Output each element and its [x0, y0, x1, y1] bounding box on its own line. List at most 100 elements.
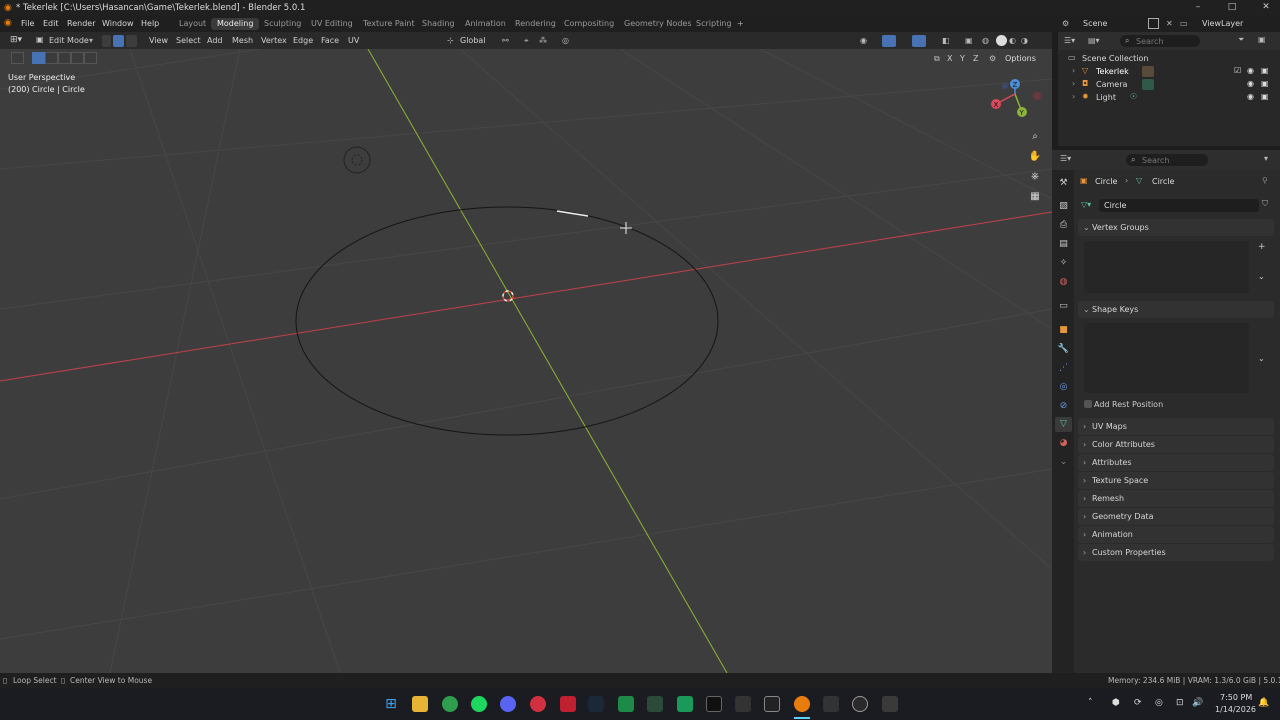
- mirror-y-toggle[interactable]: Y: [960, 54, 965, 63]
- view-layer-selector[interactable]: ViewLayer: [1202, 19, 1243, 28]
- auto-merge-icon[interactable]: ⚙: [989, 54, 996, 63]
- outliner-editor-icon[interactable]: ☰▾: [1064, 36, 1075, 45]
- tab-scripting[interactable]: Scripting: [690, 18, 738, 30]
- camera-render-icon[interactable]: ▣: [1261, 66, 1269, 75]
- blender-menu-icon[interactable]: ◉: [4, 18, 12, 28]
- editor-type-icon[interactable]: ⊞▾: [10, 35, 22, 45]
- expand-arrow-icon[interactable]: ›: [1072, 79, 1075, 88]
- overlay-toggle-button[interactable]: [912, 35, 926, 47]
- unity-icon[interactable]: [735, 696, 751, 712]
- menu-face[interactable]: Face: [321, 36, 339, 45]
- snap-target-icon[interactable]: ⁂: [539, 36, 547, 45]
- render-tab-icon[interactable]: ▨: [1057, 200, 1070, 213]
- panel-texture-space[interactable]: › Texture Space: [1078, 472, 1274, 489]
- more-tabs-icon[interactable]: ⌄: [1057, 456, 1070, 469]
- camera-render-icon[interactable]: ▣: [1261, 92, 1269, 101]
- viewport-canvas[interactable]: [0, 49, 1052, 673]
- menu-render[interactable]: Render: [67, 19, 95, 28]
- panel-shape-keys[interactable]: ⌄ Shape Keys: [1078, 301, 1274, 318]
- delete-scene-icon[interactable]: ✕: [1166, 19, 1173, 28]
- terminal-icon[interactable]: [764, 696, 780, 712]
- material-shading-icon[interactable]: ◐: [1009, 36, 1016, 45]
- shape-keys-list[interactable]: [1084, 323, 1249, 393]
- tab-sculpting[interactable]: Sculpting: [258, 18, 307, 30]
- chrome-icon[interactable]: [442, 696, 458, 712]
- edge-select-button[interactable]: [113, 35, 124, 47]
- network-icon[interactable]: ⊡: [1176, 698, 1184, 708]
- close-button[interactable]: ✕: [1256, 2, 1276, 14]
- xray-icon[interactable]: ▣: [965, 36, 973, 45]
- app-tank-icon[interactable]: [647, 696, 663, 712]
- select-subtract-button[interactable]: [58, 52, 71, 64]
- tab-uv-editing[interactable]: UV Editing: [305, 18, 359, 30]
- panel-animation[interactable]: › Animation: [1078, 526, 1274, 543]
- options-dropdown[interactable]: Options: [1005, 54, 1036, 63]
- selected-edge[interactable]: [556, 210, 589, 217]
- select-tool-button[interactable]: [11, 52, 24, 64]
- camera-data-icon[interactable]: [1142, 79, 1154, 90]
- panel-vertex-groups[interactable]: ⌄ Vertex Groups: [1078, 219, 1274, 236]
- display-mode-icon[interactable]: ▤▾: [1088, 36, 1100, 45]
- minimize-button[interactable]: –: [1188, 2, 1208, 14]
- mode-selector[interactable]: Edit Mode: [49, 36, 89, 45]
- menu-vertex[interactable]: Vertex: [261, 36, 287, 45]
- mesh-data-tab-icon[interactable]: ▽: [1057, 418, 1070, 431]
- panel-attributes[interactable]: › Attributes: [1078, 454, 1274, 471]
- select-extend-button[interactable]: [45, 52, 58, 64]
- new-scene-icon[interactable]: [1148, 18, 1159, 29]
- steam-icon[interactable]: [588, 696, 604, 712]
- navigation-gizmo[interactable]: Z Y X: [985, 74, 1045, 124]
- app-brush-icon[interactable]: [560, 696, 576, 712]
- tray-app-icon[interactable]: ⬢: [1112, 698, 1120, 708]
- gizmo-toggle-button[interactable]: [882, 35, 896, 47]
- app-circle-icon[interactable]: [852, 696, 868, 712]
- chevron-down-icon[interactable]: ⌄: [1258, 272, 1265, 281]
- add-vertex-group-button[interactable]: +: [1258, 242, 1266, 252]
- modifier-tab-icon[interactable]: 🔧: [1057, 343, 1070, 356]
- chevron-down-icon[interactable]: ⌄: [1258, 354, 1265, 363]
- menu-uv[interactable]: UV: [348, 36, 359, 45]
- view-layer-tab-icon[interactable]: ▤: [1057, 238, 1070, 251]
- chevron-down-icon[interactable]: ▾: [1264, 154, 1268, 163]
- collection-tab-icon[interactable]: ▭: [1057, 300, 1070, 313]
- menu-mesh[interactable]: Mesh: [232, 36, 253, 45]
- mesh-datablock-icon[interactable]: ▽▾: [1081, 200, 1091, 209]
- world-tab-icon[interactable]: ◍: [1057, 276, 1070, 289]
- maximize-button[interactable]: □: [1222, 2, 1242, 14]
- light-gizmo[interactable]: [343, 146, 371, 174]
- vertex-select-button[interactable]: [102, 35, 111, 47]
- tab-compositing[interactable]: Compositing: [558, 18, 620, 30]
- notification-icon[interactable]: 🔔: [1258, 698, 1269, 708]
- settings-app-icon[interactable]: [882, 696, 898, 712]
- panel-remesh[interactable]: › Remesh: [1078, 490, 1274, 507]
- material-tab-icon[interactable]: ◕: [1057, 437, 1070, 450]
- outliner-item-light[interactable]: › ✹ Light ☉ ◉ ▣: [1066, 92, 1278, 105]
- eye-icon[interactable]: ◉: [1247, 66, 1254, 75]
- volume-icon[interactable]: 🔊: [1192, 698, 1203, 708]
- vertex-groups-list[interactable]: [1084, 241, 1249, 293]
- windows-start-icon[interactable]: ⊞: [383, 696, 399, 712]
- tab-texture-paint[interactable]: Texture Paint: [357, 18, 421, 30]
- discord-icon[interactable]: [500, 696, 516, 712]
- new-collection-icon[interactable]: ▣: [1258, 35, 1266, 44]
- blender-taskbar-icon[interactable]: [794, 696, 810, 712]
- panel-geometry-data[interactable]: › Geometry Data: [1078, 508, 1274, 525]
- face-select-button[interactable]: [126, 35, 137, 47]
- tab-geometry-nodes[interactable]: Geometry Nodes: [618, 18, 697, 30]
- output-tab-icon[interactable]: ⎙: [1057, 219, 1070, 232]
- mirror-x-toggle[interactable]: X: [947, 54, 952, 63]
- select-new-button[interactable]: [32, 52, 45, 64]
- eye-icon[interactable]: ◉: [1247, 79, 1254, 88]
- file-explorer-icon[interactable]: [412, 696, 428, 712]
- breadcrumb-object[interactable]: Circle: [1095, 177, 1117, 186]
- menu-window[interactable]: Window: [102, 19, 134, 28]
- properties-editor-icon[interactable]: ☰▾: [1060, 154, 1071, 163]
- spotify-icon[interactable]: [471, 696, 487, 712]
- add-workspace-button[interactable]: +: [737, 19, 744, 28]
- particles-tab-icon[interactable]: ⋰: [1057, 362, 1070, 375]
- mesh-data-icon[interactable]: [1142, 66, 1154, 77]
- outliner-search[interactable]: ⌕ Search: [1120, 35, 1200, 47]
- expand-arrow-icon[interactable]: ›: [1072, 92, 1075, 101]
- solid-shading-button[interactable]: [996, 35, 1007, 46]
- rendered-shading-icon[interactable]: ◑: [1021, 36, 1028, 45]
